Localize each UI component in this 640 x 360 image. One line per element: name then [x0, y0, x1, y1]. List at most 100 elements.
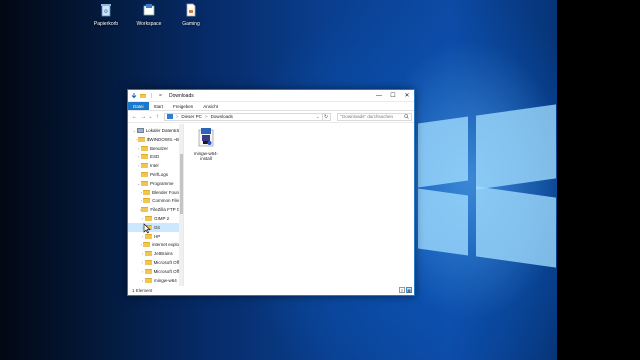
close-button[interactable]: ✕: [400, 90, 414, 102]
tree-item-label: Common File: [152, 198, 179, 204]
tree-item-label: ESD: [150, 154, 160, 160]
drive-icon: [136, 128, 144, 133]
tree-item[interactable]: ⌄ Programme: [128, 179, 179, 188]
mouse-cursor-icon: [143, 223, 151, 234]
tree-item-label: Blender Foun: [151, 189, 179, 195]
workspace-icon: [143, 4, 155, 16]
windows-logo-pane: [476, 186, 556, 268]
tree-item[interactable]: › Common File: [128, 196, 179, 205]
tree-item-label: internet explo: [151, 242, 179, 248]
tree-item-label: $WINDOWS.~B: [146, 136, 179, 142]
file-item[interactable]: mingw-w64-install: [191, 126, 221, 161]
search-placeholder: "Downloads" durchsuchen: [340, 114, 394, 119]
nav-scrollbar[interactable]: [179, 124, 183, 286]
tree-item-label: Intel: [150, 163, 159, 169]
tree-item[interactable]: › Microsoft Off: [128, 258, 179, 267]
folder-icon: [141, 154, 148, 160]
tree-item[interactable]: › JetBrains: [128, 249, 179, 258]
navigation-pane[interactable]: ⌄Lokaler Datenträ›$WINDOWS.~B›Benutzer›E…: [128, 124, 184, 286]
tab-ansicht[interactable]: Ansicht: [198, 102, 223, 110]
folder-icon: [142, 242, 150, 248]
quick-access-menu-icon[interactable]: =: [157, 92, 164, 99]
desktop-icon-workspace[interactable]: Workspace: [127, 3, 171, 27]
tree-item[interactable]: › Microsoft Off: [128, 267, 179, 276]
tree-item-label: mingw-w64: [154, 277, 177, 283]
folder-icon: [145, 216, 152, 221]
file-list[interactable]: mingw-w64-install: [184, 124, 414, 286]
breadcrumb-separator: >: [204, 114, 208, 119]
tree-item-label: Git: [154, 224, 160, 230]
breadcrumb-downloads[interactable]: Downloads: [211, 114, 233, 119]
tree-item[interactable]: › internet explo: [128, 240, 179, 249]
tree-item-label: HP: [154, 233, 161, 239]
tab-datei[interactable]: Datei: [128, 102, 149, 110]
folder-icon: [141, 180, 148, 186]
tree-item-label: GIMP 2: [154, 216, 170, 221]
tree-item[interactable]: › Intel: [128, 161, 179, 170]
tree-item[interactable]: ⌄ Lokaler Datenträ: [128, 126, 179, 135]
installer-icon: [198, 128, 214, 147]
windows-logo-pane: [476, 104, 556, 190]
tree-item-label: Microsoft Off: [153, 268, 179, 274]
tree-item-label: JetBrains: [154, 251, 173, 257]
refresh-button[interactable]: ↻: [322, 112, 331, 121]
quick-access-folder-icon[interactable]: [139, 92, 146, 99]
tab-start[interactable]: Start: [149, 102, 169, 110]
tree-item-label: Lokaler Datenträ: [145, 128, 179, 133]
status-bar: 1 Element ≡ ▦: [128, 286, 414, 295]
forward-button[interactable]: →: [139, 112, 148, 122]
tree-item[interactable]: › HP: [128, 232, 179, 241]
tree-item-label: Programme: [150, 180, 174, 186]
details-view-icon[interactable]: ≡: [399, 287, 405, 293]
search-icon: [404, 114, 409, 119]
tree-item-label: FileZilla FTP C: [150, 207, 181, 213]
folder-icon: [145, 277, 152, 283]
quick-access-separator: |: [150, 92, 153, 99]
tree-item[interactable]: › Blender Foun: [128, 188, 179, 197]
breadcrumb-this-pc[interactable]: Dieser PC: [181, 114, 202, 119]
desktop-icon-label: Workspace: [136, 21, 162, 27]
quick-access-save-icon[interactable]: [130, 92, 137, 99]
tree-item-label: PerfLogs: [150, 172, 169, 177]
tree-item[interactable]: ›$WINDOWS.~B: [128, 135, 179, 144]
up-button[interactable]: ↑: [153, 112, 162, 122]
title-bar[interactable]: | = Downloads — ☐ ✕: [128, 90, 414, 102]
tree-item[interactable]: › mingw-w64: [128, 276, 179, 285]
window-title: Downloads: [169, 92, 194, 99]
tree-item[interactable]: › GIMP 2: [128, 214, 179, 223]
folder-icon: [141, 145, 148, 151]
downloads-folder-icon: [166, 114, 173, 119]
address-bar[interactable]: > Dieser PC > Downloads ⌄: [163, 112, 323, 121]
address-toolbar: ← → ⌄ ↑ > Dieser PC > Downloads ⌄ ↻ "Dow…: [128, 111, 414, 123]
folder-icon: [143, 198, 151, 204]
screen-border: [557, 0, 640, 360]
tree-item[interactable]: PerfLogs: [128, 170, 179, 179]
folder-icon: [144, 268, 152, 274]
tab-freigeben[interactable]: Freigeben: [168, 102, 198, 110]
scrollbar-thumb[interactable]: [179, 154, 183, 214]
back-button[interactable]: ←: [130, 112, 139, 122]
minimize-button[interactable]: —: [372, 90, 386, 102]
desktop-icon-label: Gaming: [182, 21, 200, 27]
folder-icon: [145, 251, 152, 257]
folder-icon: [145, 233, 152, 239]
desktop-icon-recycle-bin[interactable]: o Papierkorb: [84, 3, 128, 27]
tree-item[interactable]: ›FileZilla FTP C: [128, 205, 181, 214]
desktop: o Papierkorb Workspace Gaming | = Downlo…: [0, 0, 640, 360]
explorer-window: | = Downloads — ☐ ✕ Datei Start Freigebe…: [127, 89, 415, 296]
file-name: mingw-w64-install: [193, 151, 219, 161]
explorer-body: ⌄Lokaler Datenträ›$WINDOWS.~B›Benutzer›E…: [128, 124, 414, 286]
item-count: 1 Element: [132, 288, 153, 293]
desktop-icon-gaming[interactable]: Gaming: [169, 3, 213, 27]
view-switcher: ≡ ▦: [399, 287, 412, 293]
tree-item[interactable]: › ESD: [128, 152, 179, 161]
maximize-button[interactable]: ☐: [386, 90, 400, 102]
breadcrumb-separator: >: [175, 114, 179, 119]
address-dropdown-icon[interactable]: ⌄: [316, 114, 320, 120]
ribbon-tabs: Datei Start Freigeben Ansicht: [128, 102, 414, 111]
svg-text:o: o: [104, 8, 108, 15]
tree-item[interactable]: › Git: [128, 222, 179, 232]
large-icons-view-icon[interactable]: ▦: [406, 287, 412, 293]
tree-item[interactable]: › Benutzer: [128, 144, 179, 153]
search-input[interactable]: "Downloads" durchsuchen: [336, 112, 413, 121]
